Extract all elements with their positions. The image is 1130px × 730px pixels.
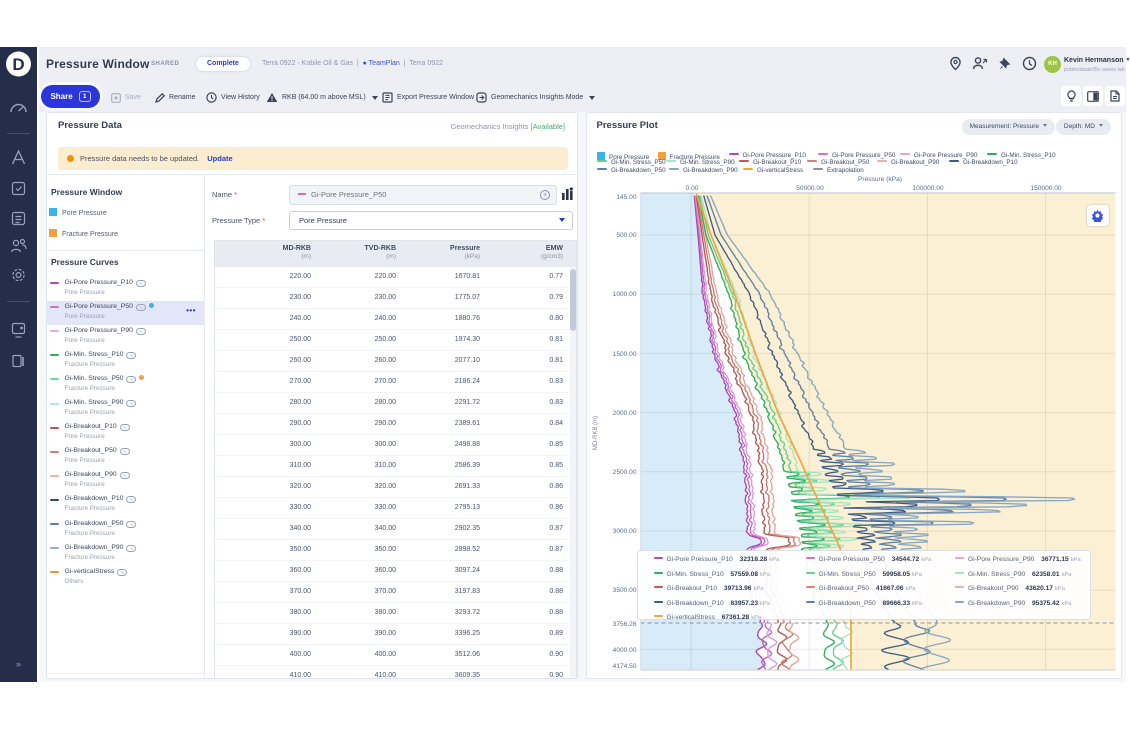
svg-text:D: D <box>12 55 24 74</box>
svg-text:»: » <box>16 659 21 669</box>
